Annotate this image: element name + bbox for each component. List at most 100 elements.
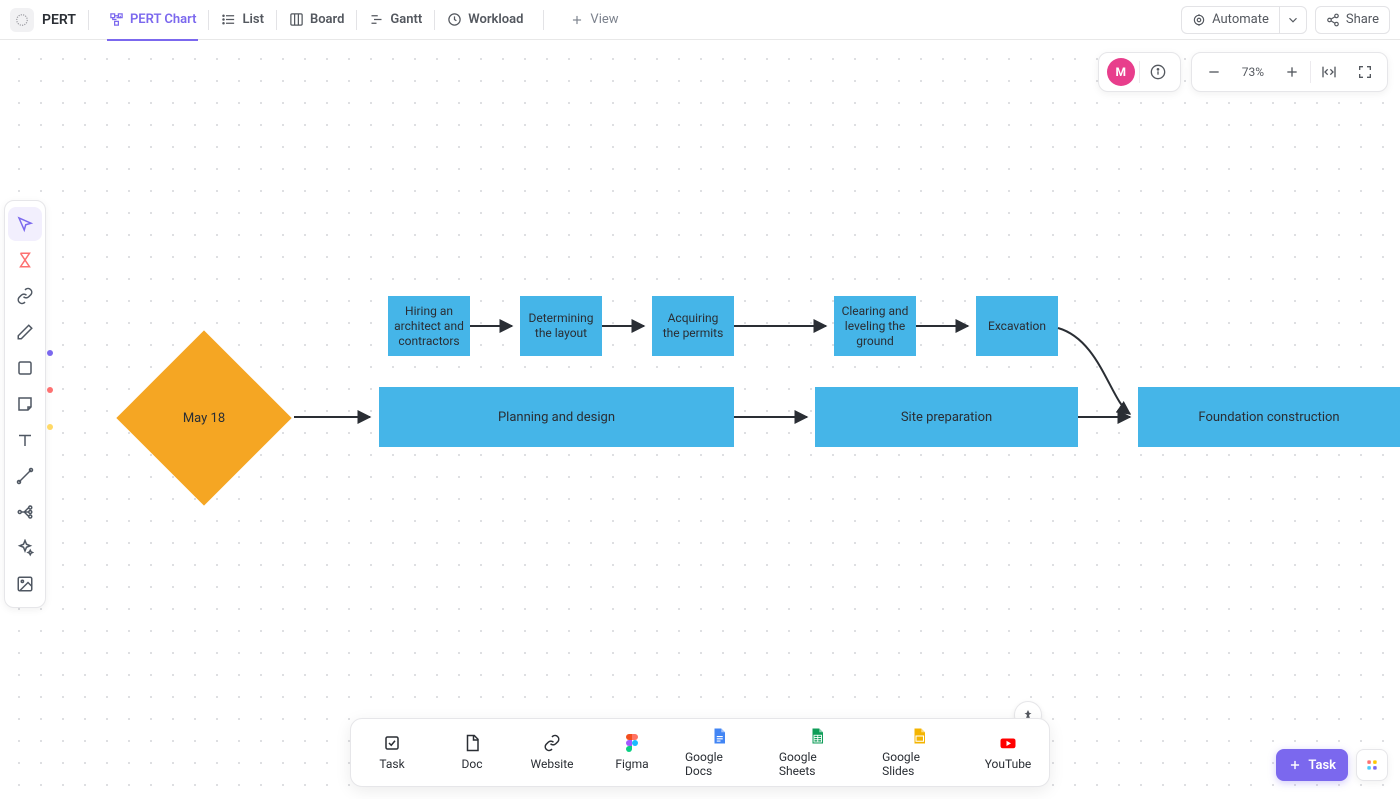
tab-label: PERT Chart	[130, 12, 197, 27]
bottom-right-actions: Task	[1276, 749, 1388, 781]
tool-select[interactable]	[8, 207, 42, 241]
list-icon	[221, 12, 236, 27]
doc-icon	[463, 734, 481, 752]
workload-icon	[447, 12, 462, 27]
bottom-insert-bar: Task Doc Website Figma Google Docs Googl…	[350, 718, 1050, 787]
node-label: Excavation	[988, 319, 1046, 334]
share-icon	[1326, 13, 1340, 27]
tab-label: Board	[310, 12, 344, 27]
insert-label: Website	[531, 757, 574, 771]
top-bar: PERT PERT Chart List Board Gantt Workloa…	[0, 0, 1400, 40]
insert-gsheets[interactable]: Google Sheets	[779, 727, 856, 778]
gsheets-icon	[808, 727, 826, 745]
tab-pert-chart[interactable]: PERT Chart	[97, 0, 209, 40]
automate-dropdown-button[interactable]	[1279, 6, 1307, 34]
node-hiring[interactable]: Hiring an architect and contractors	[388, 296, 470, 356]
add-view-label: View	[590, 12, 618, 27]
tool-ai[interactable]	[8, 531, 42, 565]
gdocs-icon	[710, 727, 728, 745]
insert-youtube[interactable]: YouTube	[981, 734, 1035, 771]
automate-icon	[1192, 13, 1206, 27]
insert-website[interactable]: Website	[525, 734, 579, 771]
color-dot-purple	[47, 350, 53, 356]
node-label: Foundation construction	[1198, 410, 1339, 425]
insert-task[interactable]: Task	[365, 734, 419, 771]
node-label: Determining the layout	[526, 311, 596, 341]
fullscreen-button[interactable]	[1347, 54, 1383, 90]
automate-button[interactable]: Automate	[1181, 6, 1279, 34]
insert-label: Doc	[462, 757, 483, 771]
new-task-label: Task	[1308, 758, 1336, 773]
tab-label: List	[242, 12, 263, 27]
node-site[interactable]: Site preparation	[815, 387, 1078, 447]
insert-gdocs[interactable]: Google Docs	[685, 727, 753, 778]
tool-link[interactable]	[8, 279, 42, 313]
separator	[88, 10, 89, 30]
node-start-diamond[interactable]: May 18	[116, 330, 291, 505]
automate-label: Automate	[1212, 12, 1269, 27]
gslides-icon	[910, 727, 928, 745]
insert-gslides[interactable]: Google Slides	[882, 727, 955, 778]
apps-button[interactable]	[1356, 749, 1388, 781]
node-clearing[interactable]: Clearing and leveling the ground	[834, 296, 916, 356]
tool-pen[interactable]	[8, 315, 42, 349]
insert-label: Google Sheets	[779, 750, 856, 778]
youtube-icon	[999, 734, 1017, 752]
gantt-icon	[369, 12, 384, 27]
tab-label: Gantt	[390, 12, 422, 27]
zoom-out-button[interactable]	[1196, 54, 1232, 90]
view-tabs: PERT Chart List Board Gantt Workload	[97, 0, 535, 40]
tool-shape[interactable]	[8, 351, 42, 385]
node-label: Planning and design	[498, 410, 615, 425]
presence-group: M	[1098, 52, 1181, 92]
node-label: Clearing and leveling the ground	[840, 304, 910, 349]
zoom-in-button[interactable]	[1274, 54, 1310, 90]
avatar[interactable]: M	[1107, 58, 1135, 86]
pert-chart-icon	[109, 12, 124, 27]
node-label: Hiring an architect and contractors	[394, 304, 464, 349]
tool-image[interactable]	[8, 567, 42, 601]
tool-sticky[interactable]	[8, 387, 42, 421]
info-button[interactable]	[1140, 54, 1176, 90]
node-label: Site preparation	[901, 410, 992, 425]
add-view-button[interactable]: View	[558, 6, 630, 34]
insert-figma[interactable]: Figma	[605, 734, 659, 771]
tool-mindmap[interactable]	[8, 495, 42, 529]
separator	[543, 10, 544, 30]
insert-doc[interactable]: Doc	[445, 734, 499, 771]
app-title: PERT	[42, 12, 76, 28]
tool-text[interactable]	[8, 423, 42, 457]
chevron-down-icon	[1286, 13, 1300, 27]
node-label: Acquiring the permits	[658, 311, 728, 341]
insert-label: Figma	[615, 757, 648, 771]
node-layout[interactable]: Determining the layout	[520, 296, 602, 356]
node-start-label: May 18	[142, 356, 266, 480]
node-planning[interactable]: Planning and design	[379, 387, 734, 447]
plus-icon	[1288, 758, 1302, 772]
task-icon	[383, 734, 401, 752]
node-excavation[interactable]: Excavation	[976, 296, 1058, 356]
canvas-controls: M 73%	[1098, 52, 1388, 92]
share-button[interactable]: Share	[1315, 6, 1390, 34]
share-label: Share	[1346, 12, 1379, 27]
insert-label: Google Docs	[685, 750, 753, 778]
tool-task[interactable]	[8, 243, 42, 277]
tab-board[interactable]: Board	[277, 0, 356, 40]
color-dot-red	[47, 387, 53, 393]
insert-label: Google Slides	[882, 750, 955, 778]
left-toolbar	[4, 200, 46, 608]
tab-workload[interactable]: Workload	[435, 0, 535, 40]
website-icon	[543, 734, 561, 752]
tab-gantt[interactable]: Gantt	[357, 0, 434, 40]
node-permits[interactable]: Acquiring the permits	[652, 296, 734, 356]
board-icon	[289, 12, 304, 27]
tab-list[interactable]: List	[209, 0, 275, 40]
figma-icon	[623, 734, 641, 752]
tool-connector[interactable]	[8, 459, 42, 493]
fit-width-button[interactable]	[1311, 54, 1347, 90]
apps-icon	[1365, 758, 1379, 772]
new-task-button[interactable]: Task	[1276, 749, 1348, 781]
zoom-group: 73%	[1191, 52, 1388, 92]
plus-icon	[570, 13, 584, 27]
node-foundation[interactable]: Foundation construction	[1138, 387, 1400, 447]
